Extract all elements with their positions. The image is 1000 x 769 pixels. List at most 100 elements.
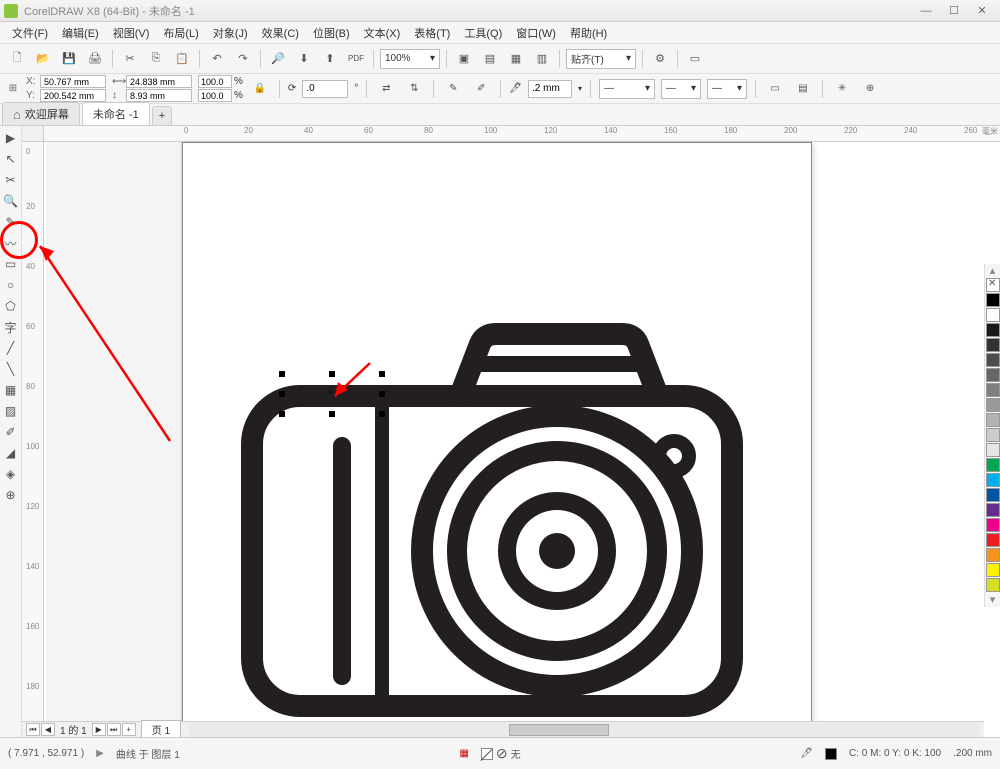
undo-button[interactable]: ↶ xyxy=(206,48,228,70)
h-scroll-thumb[interactable] xyxy=(509,724,609,736)
swatch[interactable] xyxy=(986,443,1000,457)
menu-help[interactable]: 帮助(H) xyxy=(564,23,613,43)
export-button[interactable]: ⬆ xyxy=(319,48,341,70)
rotation-input[interactable] xyxy=(302,80,348,98)
menu-text[interactable]: 文本(X) xyxy=(358,23,407,43)
camera-drawing[interactable] xyxy=(222,276,762,736)
fill-tool[interactable]: ◢ xyxy=(1,443,21,463)
tab-document[interactable]: 未命名 -1 xyxy=(82,102,150,125)
outline-swatch[interactable] xyxy=(825,748,837,760)
drop-shadow-tool[interactable]: ▦ xyxy=(1,380,21,400)
nav-icon[interactable]: ▶ xyxy=(96,748,104,759)
cut-button[interactable]: ✂ xyxy=(119,48,141,70)
height-input[interactable] xyxy=(126,89,192,102)
swatch[interactable] xyxy=(986,548,1000,562)
mirror-h-button[interactable]: ⇄ xyxy=(375,78,397,100)
menu-window[interactable]: 窗口(W) xyxy=(510,23,562,43)
save-button[interactable]: 💾 xyxy=(58,48,80,70)
prev-page-button[interactable]: ◀ xyxy=(41,723,55,736)
fill-indicator[interactable]: ⊘ 无 xyxy=(481,745,521,762)
options-button[interactable]: ⚙ xyxy=(649,48,671,70)
next-page-button[interactable]: ▶ xyxy=(92,723,106,736)
y-position-input[interactable] xyxy=(40,89,106,102)
menu-bitmaps[interactable]: 位图(B) xyxy=(307,23,356,43)
copy-button[interactable]: ⎘ xyxy=(145,48,167,70)
zoom-select[interactable]: 100%▾ xyxy=(380,49,440,69)
menu-table[interactable]: 表格(T) xyxy=(408,23,456,43)
add-button[interactable]: ⊕ xyxy=(859,78,881,100)
h-scrollbar[interactable] xyxy=(189,723,980,737)
show-guides-button[interactable]: ▥ xyxy=(531,48,553,70)
outline-tool[interactable]: ◈ xyxy=(1,464,21,484)
extra-button[interactable]: ✳ xyxy=(831,78,853,100)
swatch[interactable] xyxy=(986,518,1000,532)
parallel-tool[interactable]: ╱ xyxy=(1,338,21,358)
swatch[interactable] xyxy=(986,383,1000,397)
swatch[interactable] xyxy=(986,398,1000,412)
swatch[interactable] xyxy=(986,368,1000,382)
import-button[interactable]: ⬇ xyxy=(293,48,315,70)
close-button[interactable]: ✕ xyxy=(968,2,996,20)
maximize-button[interactable]: ☐ xyxy=(940,2,968,20)
tab-add[interactable]: + xyxy=(152,106,172,125)
vertical-ruler[interactable]: 0 20 40 60 80 100 120 140 160 180 xyxy=(22,142,44,753)
swatch[interactable] xyxy=(986,503,1000,517)
print-button[interactable]: 🖨 xyxy=(84,48,106,70)
fullscreen-button[interactable]: ▣ xyxy=(453,48,475,70)
ellipse-tool[interactable]: ○ xyxy=(1,275,21,295)
palette-up[interactable]: ▴ xyxy=(985,264,1000,278)
open-button[interactable]: 📂 xyxy=(32,48,54,70)
ruler-corner[interactable] xyxy=(22,126,44,142)
swatch[interactable] xyxy=(986,578,1000,592)
zoom-tool[interactable]: 🔍 xyxy=(1,191,21,211)
tool-opt1[interactable]: ✎ xyxy=(442,78,464,100)
new-button[interactable]: 🗋 xyxy=(6,48,28,70)
swatch[interactable] xyxy=(986,563,1000,577)
connector-tool[interactable]: ╲ xyxy=(1,359,21,379)
menu-layout[interactable]: 布局(L) xyxy=(157,23,204,43)
width-input[interactable] xyxy=(126,75,192,88)
arrow-start-select[interactable]: — ▾ xyxy=(661,79,701,99)
menu-file[interactable]: 文件(F) xyxy=(6,23,54,43)
freehand-tool[interactable]: ✎ xyxy=(1,212,21,232)
horizontal-ruler[interactable]: 0 20 40 60 80 100 120 140 160 180 200 22… xyxy=(44,126,1000,142)
swatch[interactable] xyxy=(986,458,1000,472)
x-position-input[interactable] xyxy=(40,75,106,88)
transparency-tool[interactable]: ▨ xyxy=(1,401,21,421)
outline-width-input[interactable] xyxy=(528,80,572,98)
tab-welcome[interactable]: ⌂欢迎屏幕 xyxy=(2,102,80,125)
more-tool[interactable]: ⊕ xyxy=(1,485,21,505)
line-style-select[interactable]: — ▾ xyxy=(599,79,655,99)
search-button[interactable]: 🔎 xyxy=(267,48,289,70)
shape-tool[interactable]: ↖ xyxy=(1,149,21,169)
launch-button[interactable]: ▭ xyxy=(684,48,706,70)
swatch-none[interactable] xyxy=(986,278,1000,292)
swatch[interactable] xyxy=(986,323,1000,337)
minimize-button[interactable]: — xyxy=(912,2,940,20)
swatch-white[interactable] xyxy=(986,308,1000,322)
polygon-tool[interactable]: ⬠ xyxy=(1,296,21,316)
swatch[interactable] xyxy=(986,533,1000,547)
rectangle-tool[interactable]: ▭ xyxy=(1,254,21,274)
mirror-v-button[interactable]: ⇅ xyxy=(403,78,425,100)
lock-ratio-button[interactable]: 🔒 xyxy=(249,78,271,100)
palette-down[interactable]: ▾ xyxy=(985,593,1000,607)
swatch-black[interactable] xyxy=(986,293,1000,307)
scale-x-input[interactable] xyxy=(198,75,232,88)
menu-view[interactable]: 视图(V) xyxy=(107,23,156,43)
snap-dropdown[interactable]: 贴齐(T)▾ xyxy=(566,49,636,69)
menu-object[interactable]: 对象(J) xyxy=(207,23,254,43)
swatch[interactable] xyxy=(986,488,1000,502)
scale-y-input[interactable] xyxy=(198,89,232,102)
swatch[interactable] xyxy=(986,338,1000,352)
eyedropper-tool[interactable]: ✐ xyxy=(1,422,21,442)
swatch[interactable] xyxy=(986,353,1000,367)
arrow-end-select[interactable]: — ▾ xyxy=(707,79,747,99)
show-grid-button[interactable]: ▦ xyxy=(505,48,527,70)
pick-tool[interactable]: ▶ xyxy=(1,128,21,148)
swatch[interactable] xyxy=(986,473,1000,487)
add-page-button[interactable]: + xyxy=(122,723,136,736)
canvas-area[interactable]: 0 20 40 60 80 100 120 140 160 180 200 22… xyxy=(22,126,1000,753)
selection-handles[interactable]: × xyxy=(282,374,382,414)
menu-edit[interactable]: 编辑(E) xyxy=(56,23,105,43)
